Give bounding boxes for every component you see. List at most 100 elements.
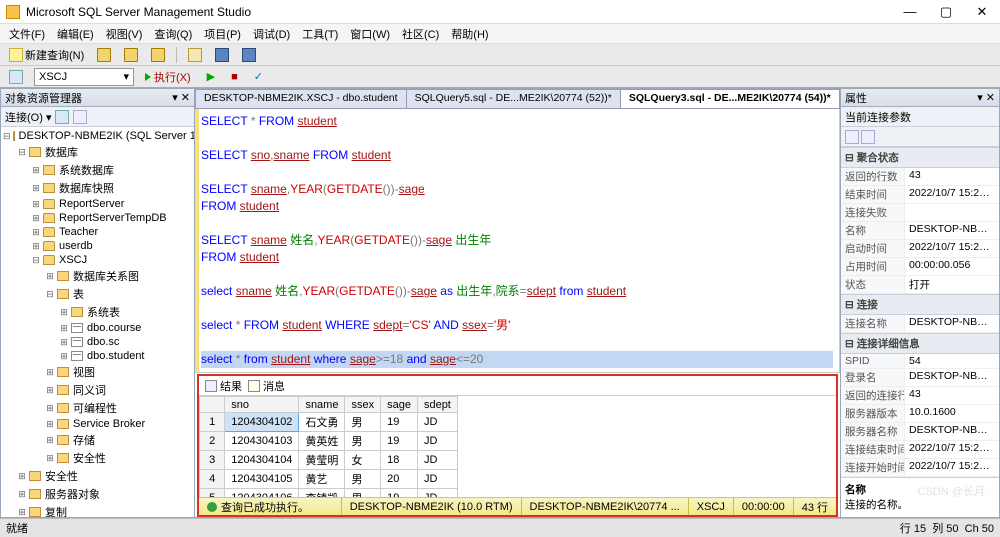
menu-tools[interactable]: 工具(T) — [297, 25, 343, 43]
properties-panel: 属性 ▾ ✕ 当前连接参数 ⊟ 聚合状态返回的行数43结束时间2022/10/7 … — [840, 88, 1000, 518]
tree-db-reportservertempdb[interactable]: ⊞ReportServerTempDB — [29, 211, 194, 225]
open-button[interactable] — [183, 46, 207, 64]
results-pane: 结果 消息 snosnamessexsagesdept11204304102石文… — [197, 374, 838, 517]
tree-views[interactable]: ⊞视图 — [43, 363, 194, 381]
table-row[interactable]: 41204304105黄艺男20JD — [200, 470, 458, 489]
app-icon — [6, 5, 20, 19]
filter-icon[interactable] — [73, 110, 87, 124]
tab-sqlquery3[interactable]: SQLQuery3.sql - DE...ME2IK\20774 (54))* — [620, 89, 840, 108]
object-tree[interactable]: ⊟DESKTOP-NBME2IK (SQL Server 10.0.1600 ⊟… — [1, 127, 194, 517]
table-row[interactable]: 51204304106李镇凯男19JD — [200, 489, 458, 498]
tree-programmability[interactable]: ⊞可编程性 — [43, 399, 194, 417]
table-row[interactable]: 11204304102石文勇男19JD — [200, 413, 458, 432]
panel-close-icon[interactable]: ▾ ✕ — [977, 91, 995, 104]
new-query-icon — [9, 48, 23, 62]
document-tabs: DESKTOP-NBME2IK.XSCJ - dbo.student SQLQu… — [195, 89, 840, 109]
tree-table-sc[interactable]: ⊞dbo.sc — [57, 335, 194, 349]
results-grid[interactable]: snosnamessexsagesdept11204304102石文勇男19JD… — [199, 396, 836, 497]
query-statusbar: 查询已成功执行。 DESKTOP-NBME2IK (10.0 RTM) DESK… — [199, 497, 836, 515]
menu-community[interactable]: 社区(C) — [397, 25, 444, 43]
save-all-icon — [242, 48, 256, 62]
stop-button[interactable]: ■ — [226, 68, 243, 86]
menu-window[interactable]: 窗口(W) — [345, 25, 395, 43]
table-row[interactable]: 31204304104黄莹明女18JD — [200, 451, 458, 470]
save-all-button[interactable] — [237, 46, 261, 64]
tree-snapshots[interactable]: ⊞数据库快照 — [29, 179, 194, 197]
menu-file[interactable]: 文件(F) — [4, 25, 50, 43]
toolbar-sql: XSCJ▾ 执行(X) ▶ ■ ✓ — [0, 66, 1000, 88]
tree-system-databases[interactable]: ⊞系统数据库 — [29, 161, 194, 179]
tree-replication[interactable]: ⊞复制 — [15, 503, 194, 517]
menu-view[interactable]: 视图(V) — [101, 25, 148, 43]
status-login: DESKTOP-NBME2IK\20774 ... — [521, 498, 688, 515]
table-row[interactable]: 21204304103黄英姓男19JD — [200, 432, 458, 451]
maximize-button[interactable]: ▢ — [934, 4, 958, 20]
save-icon — [215, 48, 229, 62]
folder-open-icon — [188, 48, 202, 62]
grid-icon — [205, 380, 217, 392]
connect-icon — [9, 70, 23, 84]
sql-editor[interactable]: SELECT * FROM student SELECT sno,sname F… — [195, 109, 840, 373]
refresh-icon[interactable] — [55, 110, 69, 124]
chevron-down-icon: ▾ — [123, 70, 129, 83]
tree-security-inner[interactable]: ⊞安全性 — [43, 449, 194, 467]
panel-pin-icon[interactable]: ▾ ✕ — [172, 91, 190, 104]
editor-panel: DESKTOP-NBME2IK.XSCJ - dbo.student SQLQu… — [195, 88, 840, 518]
tree-table-student[interactable]: ⊞dbo.student — [57, 349, 194, 363]
menu-query[interactable]: 查询(Q) — [149, 25, 197, 43]
tree-db-reportserver[interactable]: ⊞ReportServer — [29, 197, 194, 211]
minimize-button[interactable]: — — [898, 4, 922, 20]
properties-title: 属性 — [845, 90, 867, 106]
status-server: DESKTOP-NBME2IK (10.0 RTM) — [341, 498, 521, 515]
database-icon — [151, 48, 165, 62]
results-tab[interactable]: 结果 — [205, 378, 242, 394]
tree-databases[interactable]: ⊟数据库 — [15, 143, 194, 161]
tab-dbo-student[interactable]: DESKTOP-NBME2IK.XSCJ - dbo.student — [195, 89, 407, 108]
tree-db-xscj[interactable]: ⊟XSCJ — [29, 253, 194, 267]
menu-help[interactable]: 帮助(H) — [446, 25, 493, 43]
connect-dropdown[interactable]: 连接(O) ▾ — [5, 109, 51, 125]
toolbar-main: 新建查询(N) — [0, 44, 1000, 66]
toolbar-db-icon[interactable] — [92, 46, 116, 64]
window-title: Microsoft SQL Server Management Studio — [26, 5, 898, 19]
status-ready: 就绪 — [6, 520, 28, 536]
tree-db-teacher[interactable]: ⊞Teacher — [29, 225, 194, 239]
execute-button[interactable]: 执行(X) — [140, 68, 196, 86]
menu-edit[interactable]: 编辑(E) — [52, 25, 99, 43]
object-explorer-panel: 对象资源管理器▾ ✕ 连接(O) ▾ ⊟DESKTOP-NBME2IK (SQL… — [0, 88, 195, 518]
tab-sqlquery5[interactable]: SQLQuery5.sql - DE...ME2IK\20774 (52))* — [406, 89, 621, 108]
save-button[interactable] — [210, 46, 234, 64]
database-icon — [124, 48, 138, 62]
tree-security[interactable]: ⊞安全性 — [15, 467, 194, 485]
tree-systables[interactable]: ⊞系统表 — [57, 303, 194, 321]
tree-servicebroker[interactable]: ⊞Service Broker — [43, 417, 194, 431]
menu-project[interactable]: 项目(P) — [199, 25, 246, 43]
properties-subtitle: 当前连接参数 — [845, 109, 911, 125]
menu-debug[interactable]: 调试(D) — [248, 25, 295, 43]
tree-diagrams[interactable]: ⊞数据库关系图 — [43, 267, 194, 285]
property-grid[interactable]: ⊟ 聚合状态返回的行数43结束时间2022/10/7 15:20:54连接失败名… — [841, 147, 999, 477]
tree-synonyms[interactable]: ⊞同义词 — [43, 381, 194, 399]
tree-serverobjects[interactable]: ⊞服务器对象 — [15, 485, 194, 503]
parse-button[interactable]: ✓ — [249, 68, 268, 86]
database-icon — [97, 48, 111, 62]
close-button[interactable]: ✕ — [970, 4, 994, 20]
toolbar-icon[interactable] — [4, 68, 28, 86]
toolbar-db-icon-2[interactable] — [119, 46, 143, 64]
alphabetical-icon[interactable] — [861, 130, 875, 144]
debug-button[interactable]: ▶ — [202, 68, 220, 86]
status-elapsed: 00:00:00 — [733, 498, 793, 515]
messages-tab[interactable]: 消息 — [248, 378, 285, 394]
toolbar-db-icon-3[interactable] — [146, 46, 170, 64]
tree-server-root[interactable]: ⊟DESKTOP-NBME2IK (SQL Server 10.0.1600 — [1, 129, 194, 143]
menubar: 文件(F) 编辑(E) 视图(V) 查询(Q) 项目(P) 调试(D) 工具(T… — [0, 24, 1000, 44]
database-combo[interactable]: XSCJ▾ — [34, 68, 134, 86]
tree-table-course[interactable]: ⊞dbo.course — [57, 321, 194, 335]
watermark: CSDN @长月. — [918, 483, 988, 499]
tree-tables[interactable]: ⊟表 — [43, 285, 194, 303]
categorize-icon[interactable] — [845, 130, 859, 144]
tree-storage[interactable]: ⊞存储 — [43, 431, 194, 449]
new-query-button[interactable]: 新建查询(N) — [4, 46, 89, 64]
titlebar: Microsoft SQL Server Management Studio —… — [0, 0, 1000, 24]
tree-db-userdb[interactable]: ⊞userdb — [29, 239, 194, 253]
